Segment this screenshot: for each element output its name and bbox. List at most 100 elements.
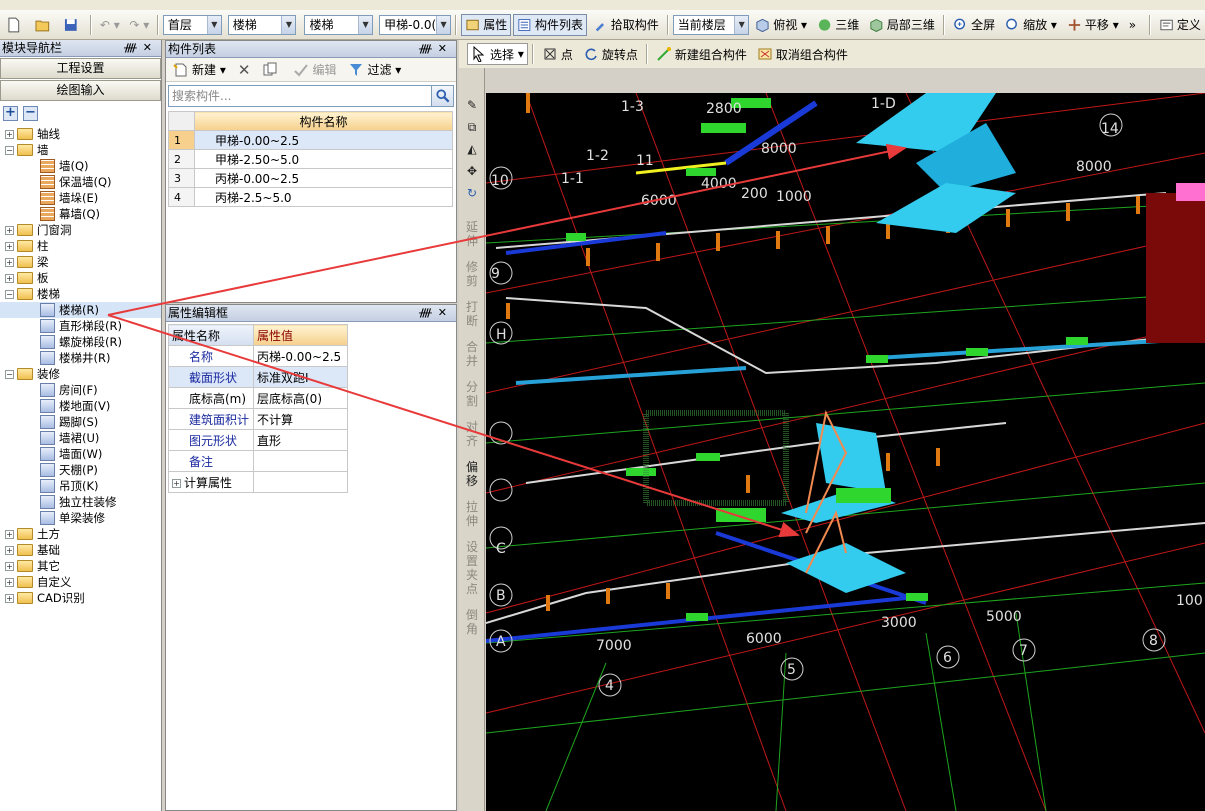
collapse-icon[interactable]: − <box>5 289 14 299</box>
drawing-input-button[interactable]: 绘图输入 <box>0 80 161 101</box>
tree-item[interactable]: 保温墙(Q) <box>0 174 161 190</box>
pan-button[interactable]: 平移 ▾ <box>1063 14 1123 36</box>
filter-button[interactable]: 过滤 ▾ <box>344 59 405 81</box>
component-name-cell[interactable]: 甲梯-2.50~5.0 <box>194 149 453 169</box>
define-button[interactable]: 定义 <box>1155 14 1205 36</box>
property-value-cell[interactable]: 直形 <box>253 429 348 451</box>
local-three-d-button[interactable]: 局部三维 <box>865 14 939 36</box>
mirror-icon[interactable]: ◭ <box>459 142 485 164</box>
zoom-button[interactable]: 缩放 ▾ <box>1001 14 1061 36</box>
table-row[interactable]: 4 丙梯-2.5~5.0 <box>168 187 453 207</box>
floor-select[interactable]: 首层 ▼ <box>162 14 222 35</box>
vtool-item[interactable]: 修剪 <box>459 260 485 288</box>
component-list-button[interactable]: 构件列表 <box>513 13 587 36</box>
close-icon[interactable]: ✕ <box>143 41 158 54</box>
select-button[interactable]: 选择 ▾ <box>467 43 528 65</box>
fullscreen-button[interactable]: 全屏 <box>949 14 999 36</box>
search-button[interactable] <box>432 85 454 107</box>
tree-folder[interactable]: + CAD识别 <box>0 590 161 606</box>
tree-folder[interactable]: + 自定义 <box>0 574 161 590</box>
tree-item[interactable]: 楼地面(V) <box>0 398 161 414</box>
vtool-item[interactable]: 分割 <box>459 380 485 408</box>
tree-item[interactable]: 墙(Q) <box>0 158 161 174</box>
cancel-group-button[interactable]: 取消组合构件 <box>753 43 852 65</box>
property-row[interactable]: 建筑面积计 不计算 <box>168 408 348 430</box>
tree-folder[interactable]: + 轴线 <box>0 126 161 142</box>
tree-folder[interactable]: − 楼梯 <box>0 286 161 302</box>
search-input[interactable]: 搜索构件... <box>168 85 432 107</box>
tree-item[interactable]: 踢脚(S) <box>0 414 161 430</box>
save-icon[interactable] <box>59 14 86 36</box>
expand-icon[interactable]: + <box>5 593 14 603</box>
pin-icon[interactable]: ᚎ <box>419 306 438 319</box>
collapse-icon[interactable]: − <box>5 145 14 155</box>
tree-item[interactable]: 独立柱装修 <box>0 494 161 510</box>
cad-drawing[interactable]: 1-3 1-D 1-2 11 1-1 10 9 14 2800 8000 6000 4000 8000 6… <box>486 93 1205 811</box>
subcategory-select[interactable]: 楼梯 ▼ <box>304 14 374 35</box>
top-view-button[interactable]: 俯视 ▾ <box>751 14 811 36</box>
rotate-point-button[interactable]: 旋转点 <box>579 43 642 65</box>
tree-folder[interactable]: + 门窗洞 <box>0 222 161 238</box>
tree-item[interactable]: 直形梯段(R) <box>0 318 161 334</box>
vtool-item[interactable]: 对齐 <box>459 420 485 448</box>
tree-item[interactable]: 天棚(P) <box>0 462 161 478</box>
vtool-item[interactable]: 偏移 <box>459 460 485 488</box>
tree-folder[interactable]: − 装修 <box>0 366 161 382</box>
vtool-item[interactable]: 合并 <box>459 340 485 368</box>
component-name-cell[interactable]: 丙梯-0.00~2.5 <box>194 168 453 188</box>
property-row[interactable]: 截面形状 标准双跑I <box>168 366 348 388</box>
expand-icon[interactable]: + <box>5 561 14 571</box>
rotate-icon[interactable]: ↻ <box>459 186 485 208</box>
expand-icon[interactable]: + <box>5 273 14 283</box>
table-row[interactable]: 1 甲梯-0.00~2.5 <box>168 130 453 150</box>
toolbar-overflow[interactable]: » <box>1125 14 1145 36</box>
brush-icon[interactable]: ✎ <box>459 98 485 120</box>
tree-folder[interactable]: + 板 <box>0 270 161 286</box>
edit-component-button[interactable]: 编辑 <box>289 59 340 81</box>
drawing-viewport[interactable]: 1-3 1-D 1-2 11 1-1 10 9 14 2800 8000 6000 4000 8000 6… <box>486 93 1205 811</box>
expand-icon[interactable]: + <box>172 478 181 488</box>
tree-item[interactable]: 楼梯(R) <box>0 302 161 318</box>
new-component-button[interactable]: 新建 ▾ <box>169 59 230 81</box>
property-value-cell[interactable] <box>253 471 348 493</box>
tree-folder[interactable]: + 柱 <box>0 238 161 254</box>
property-row[interactable]: + 计算属性 <box>168 471 348 493</box>
expand-all-icon[interactable]: + <box>3 106 18 121</box>
tree-folder[interactable]: + 梁 <box>0 254 161 270</box>
collapse-all-icon[interactable]: − <box>23 106 38 121</box>
tree-folder[interactable]: + 其它 <box>0 558 161 574</box>
pin-icon[interactable]: ᚎ <box>124 41 143 54</box>
tree-item[interactable]: 楼梯井(R) <box>0 350 161 366</box>
expand-icon[interactable]: + <box>5 577 14 587</box>
table-row[interactable]: 3 丙梯-0.00~2.5 <box>168 168 453 188</box>
copy-move-icon[interactable]: ⧉ <box>459 120 485 142</box>
copy-icon[interactable] <box>258 59 285 81</box>
delete-icon[interactable]: ✕ <box>234 59 255 81</box>
property-row[interactable]: 图元形状 直形 <box>168 429 348 451</box>
tree-item[interactable]: 墙面(W) <box>0 446 161 462</box>
vtool-item[interactable]: 打断 <box>459 300 485 328</box>
property-value-cell[interactable]: 层底标高(0) <box>253 387 348 409</box>
move-icon[interactable]: ✥ <box>459 164 485 186</box>
expand-icon[interactable]: + <box>5 241 14 251</box>
property-row[interactable]: 备注 <box>168 450 348 472</box>
component-name-cell[interactable]: 甲梯-0.00~2.5 <box>194 130 453 150</box>
expand-icon[interactable]: + <box>5 545 14 555</box>
table-row[interactable]: 2 甲梯-2.50~5.0 <box>168 149 453 169</box>
tree-item[interactable]: 墙裙(U) <box>0 430 161 446</box>
expand-icon[interactable]: + <box>5 225 14 235</box>
vtool-item[interactable]: 延伸 <box>459 220 485 248</box>
property-row[interactable]: 名称 丙梯-0.00~2.5 <box>168 345 348 367</box>
property-value-cell[interactable] <box>253 450 348 472</box>
tree-item[interactable]: 单梁装修 <box>0 510 161 526</box>
expand-icon[interactable]: + <box>5 129 14 139</box>
category-select[interactable]: 楼梯 ▼ <box>227 14 297 35</box>
three-d-button[interactable]: 三维 <box>813 14 863 36</box>
open-file-icon[interactable] <box>31 14 58 36</box>
expand-icon[interactable]: + <box>5 529 14 539</box>
project-settings-button[interactable]: 工程设置 <box>0 58 161 79</box>
tree-item[interactable]: 吊顶(K) <box>0 478 161 494</box>
vtool-item[interactable]: 设置夹点 <box>459 540 485 596</box>
pick-component-button[interactable]: 拾取构件 <box>589 14 663 36</box>
vtool-item[interactable]: 拉伸 <box>459 500 485 528</box>
